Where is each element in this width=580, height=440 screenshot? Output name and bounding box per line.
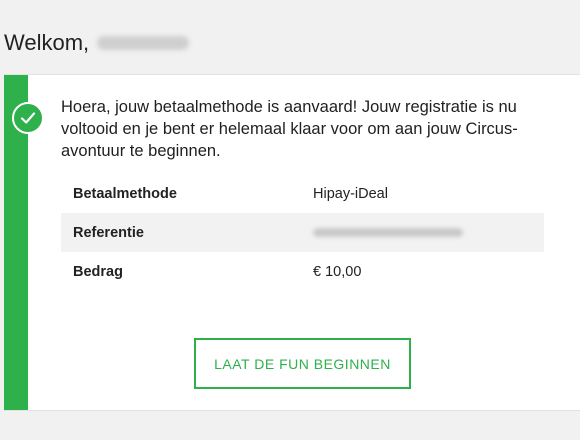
amount-label: Bedrag — [73, 263, 123, 280]
payment-method-value: Hipay-iDeal — [313, 185, 388, 202]
amount-value: € 10,00 — [313, 263, 362, 280]
table-row: Referentie — [61, 213, 544, 252]
redacted-username — [97, 36, 190, 50]
confirmation-card: Hoera, jouw betaalmethode is aanvaard! J… — [4, 74, 580, 411]
page: Welkom, Hoera, jouw betaalmethode is aan… — [0, 0, 580, 440]
table-row: Betaalmethode Hipay-iDeal — [61, 174, 544, 213]
start-fun-button[interactable]: LAAT DE FUN BEGINNEN — [194, 338, 411, 389]
redacted-reference — [313, 228, 463, 238]
reference-value — [301, 213, 544, 252]
reference-label: Referentie — [61, 213, 301, 252]
confirmation-message: Hoera, jouw betaalmethode is aanvaard! J… — [61, 98, 518, 160]
check-circle-icon — [12, 102, 44, 134]
payment-method-label: Betaalmethode — [73, 185, 177, 202]
checkmark-icon — [20, 112, 36, 124]
welcome-greeting: Welkom, — [4, 30, 90, 55]
welcome-heading: Welkom, — [4, 30, 190, 56]
payment-details-table: Betaalmethode Hipay-iDeal Referentie Bed… — [61, 174, 544, 291]
table-row: Bedrag € 10,00 — [61, 252, 544, 291]
